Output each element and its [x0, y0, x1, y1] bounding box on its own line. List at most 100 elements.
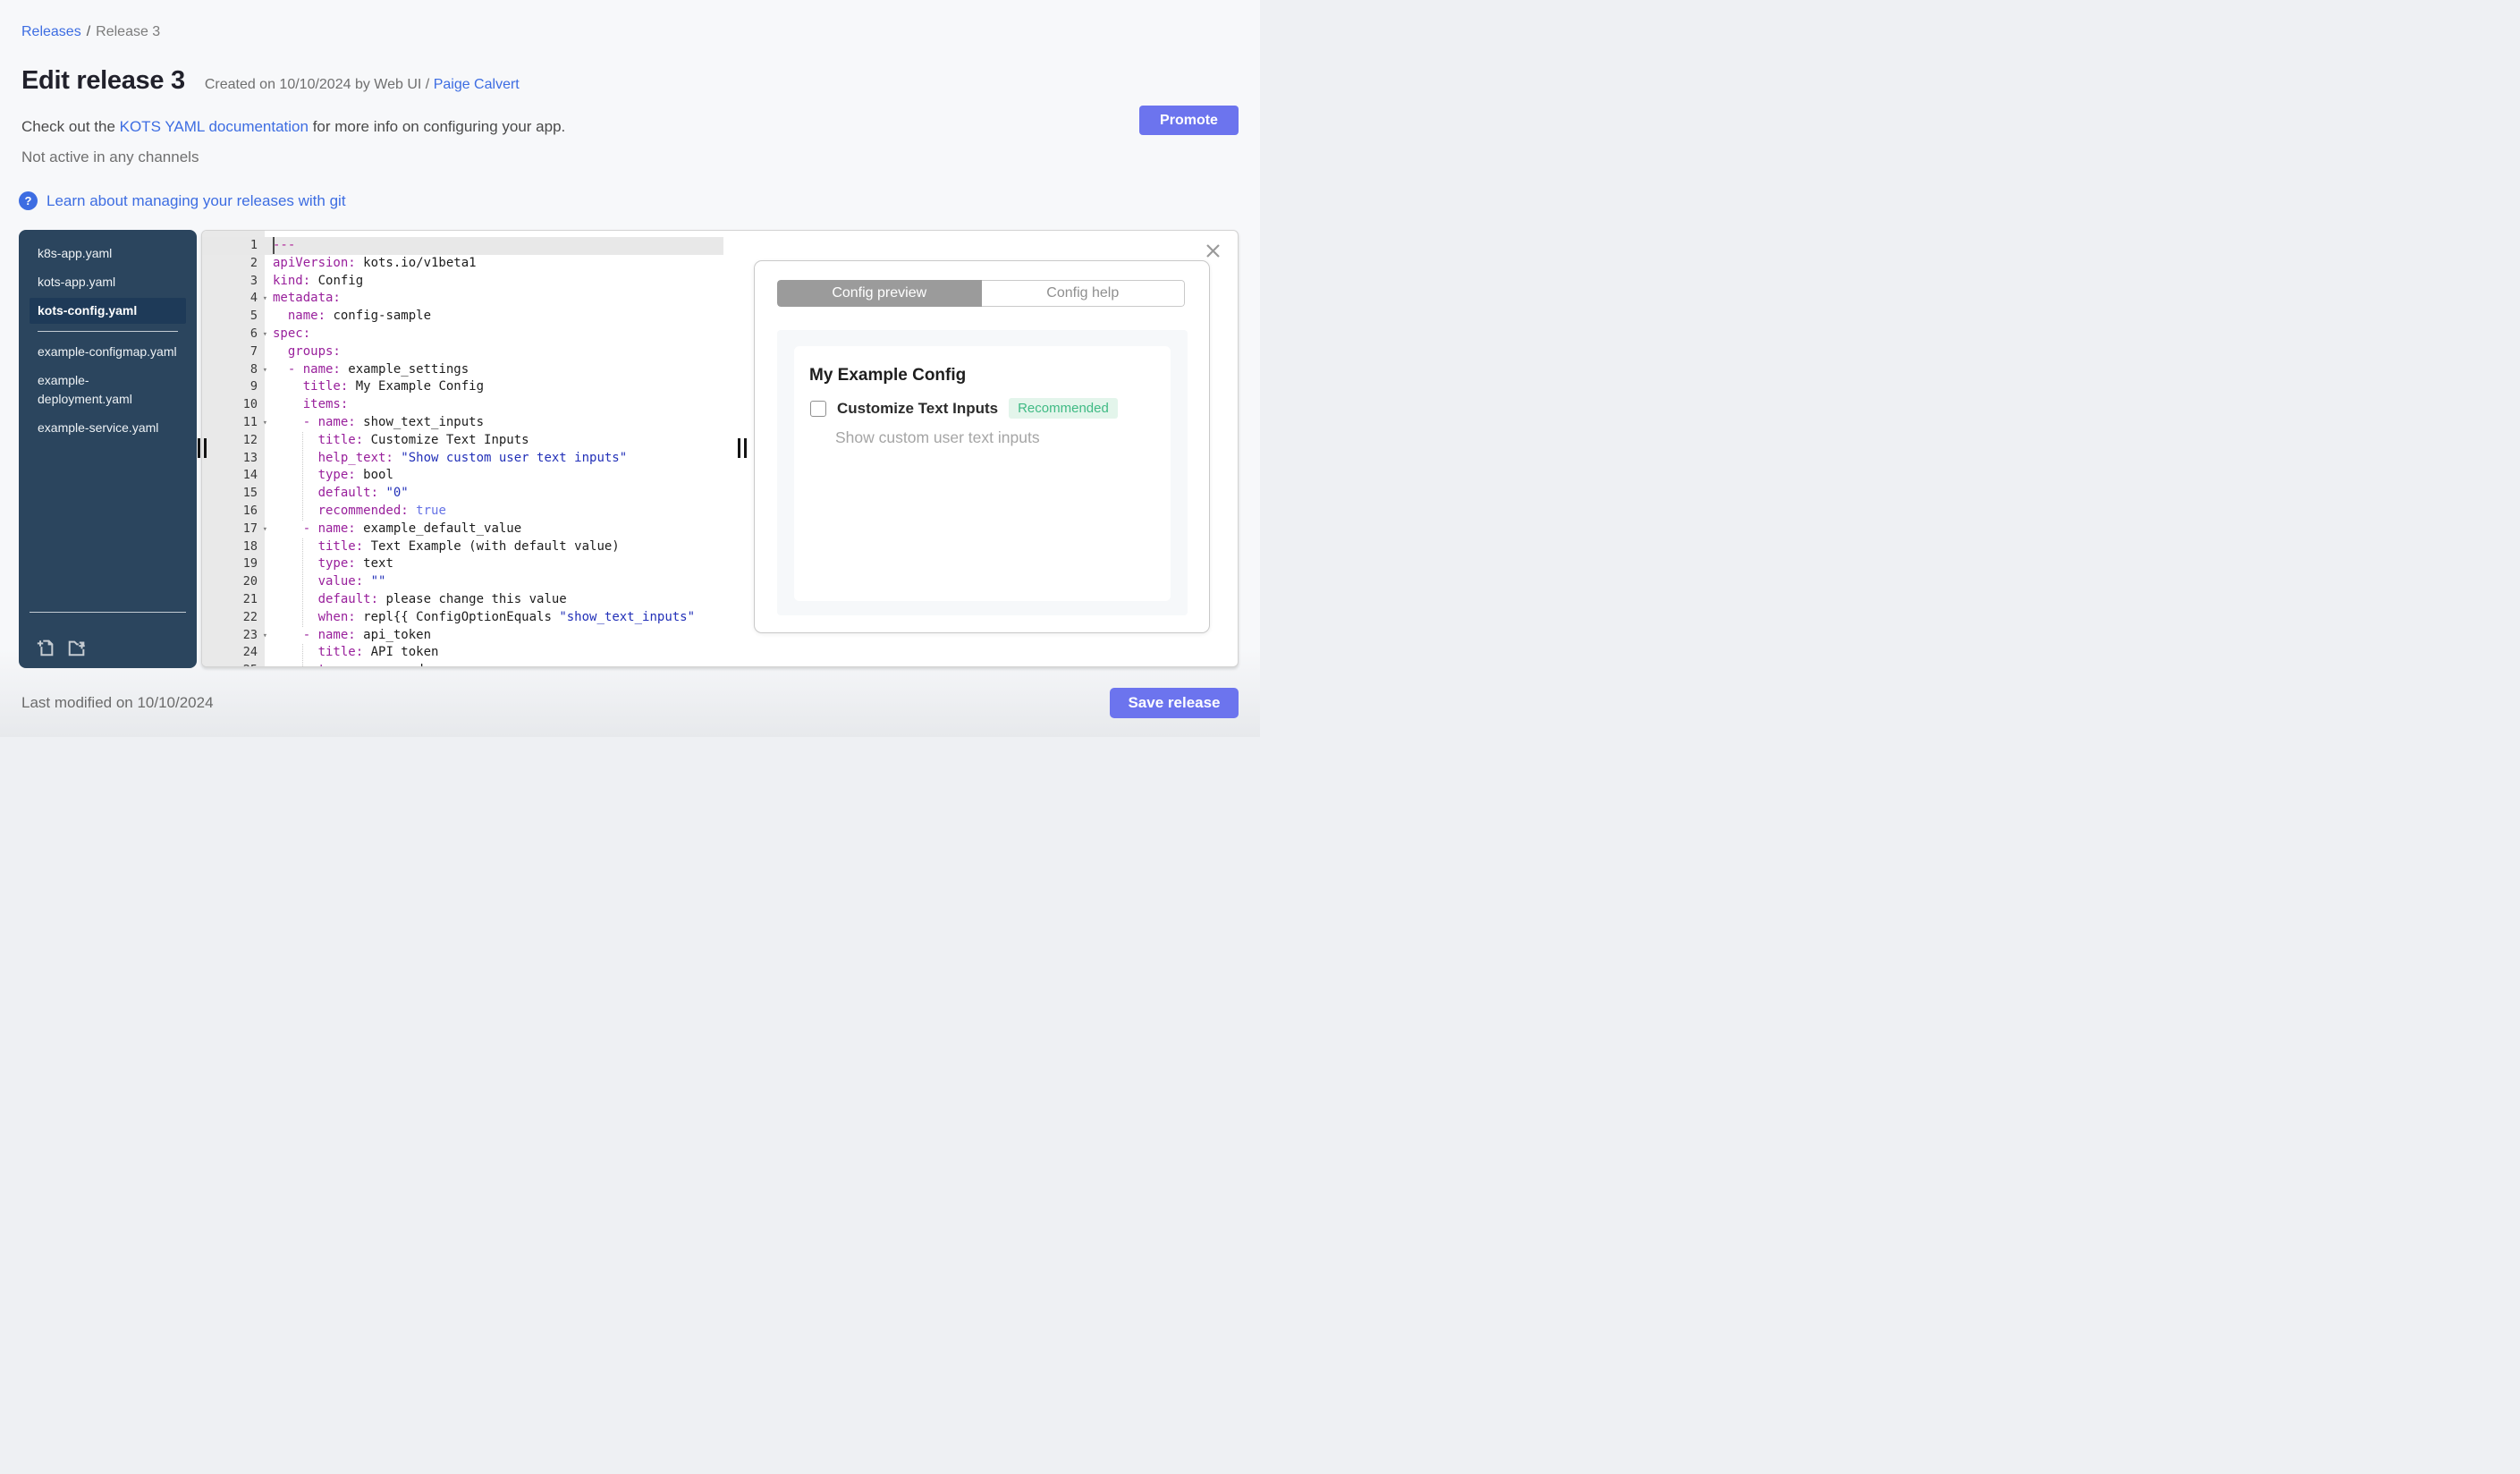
editor-resize-handle[interactable]	[738, 438, 747, 458]
code-line-14[interactable]: 14 type: bool	[202, 467, 723, 485]
docs-suffix: for more info on configuring your app.	[308, 118, 566, 135]
file-item-example-deployment.yaml[interactable]: example-deployment.yaml	[30, 368, 186, 412]
created-info: Created on 10/10/2024 by Web UI / Paige …	[205, 77, 520, 93]
file-item-kots-config.yaml[interactable]: kots-config.yaml	[30, 298, 186, 324]
config-option-label: Customize Text Inputs	[837, 399, 999, 417]
code-line-7[interactable]: 7 groups:	[202, 343, 723, 361]
breadcrumb-link-releases[interactable]: Releases	[21, 24, 81, 39]
code-line-25[interactable]: 25 type: password	[202, 662, 723, 666]
config-tabs: Config preview Config help	[777, 280, 1185, 307]
promote-button[interactable]: Promote	[1139, 106, 1239, 135]
file-item-example-service.yaml[interactable]: example-service.yaml	[30, 415, 186, 441]
channel-status: Not active in any channels	[21, 148, 199, 165]
code-text: recommended: true	[317, 503, 446, 518]
code-line-8[interactable]: 8 ▾ - name: example_settings	[202, 361, 723, 379]
line-number: 5	[249, 309, 258, 324]
line-number: 1	[249, 238, 258, 252]
fold-arrow-icon[interactable]: ▾	[263, 326, 267, 344]
line-number: 11 ▾	[202, 414, 267, 433]
fold-arrow-icon[interactable]: ▾	[263, 415, 267, 433]
code-text: title: Text Example (with default value)	[317, 538, 620, 554]
sidebar-resize-handle[interactable]	[198, 438, 207, 458]
code-text: items:	[302, 397, 349, 412]
docs-prefix: Check out the	[21, 118, 120, 135]
file-list-top: k8s-app.yaml kots-app.yaml kots-config.yam…	[30, 241, 186, 324]
code-line-13[interactable]: 13 help_text: "Show custom user text inp…	[202, 450, 723, 468]
line-number: 2	[249, 255, 258, 270]
config-preview-panel: Config preview Config help My Example Con…	[754, 260, 1210, 633]
code-line-19[interactable]: 19 type: text	[202, 555, 723, 573]
kots-docs-link[interactable]: KOTS YAML documentation	[120, 118, 309, 135]
code-line-20[interactable]: 20 value: ""	[202, 573, 723, 591]
code-line-10[interactable]: 10 items:	[202, 396, 723, 414]
file-item-k8s-app.yaml[interactable]: k8s-app.yaml	[30, 241, 186, 267]
fold-arrow-icon[interactable]: ▾	[263, 521, 267, 539]
breadcrumb-current: Release 3	[96, 24, 161, 39]
sidebar-bottom-divider	[30, 612, 186, 631]
sidebar-bottom	[30, 612, 186, 659]
save-release-button[interactable]: Save release	[1110, 688, 1239, 718]
fold-arrow-icon[interactable]: ▾	[263, 362, 267, 380]
file-sidebar: k8s-app.yaml kots-app.yaml kots-config.yam…	[19, 230, 197, 668]
tab-config-help[interactable]: Config help	[981, 280, 1185, 307]
git-help-row: ? Learn about managing your releases wit…	[19, 191, 346, 210]
line-number: 12	[242, 432, 258, 447]
code-text: title: Customize Text Inputs	[317, 432, 529, 447]
code-line-17[interactable]: 17 ▾ - name: example_default_value	[202, 521, 723, 538]
code-line-24[interactable]: 24 title: API token	[202, 644, 723, 662]
new-file-icon[interactable]	[36, 638, 55, 657]
line-number: 6 ▾	[202, 326, 267, 344]
code-line-11[interactable]: 11 ▾ - name: show_text_inputs	[202, 414, 723, 432]
page-title: Edit release 3	[21, 66, 185, 95]
last-modified-text: Last modified on 10/10/2024	[21, 694, 214, 711]
code-line-15[interactable]: 15 default: "0"	[202, 485, 723, 503]
code-line-4[interactable]: 4 ▾ metadata:	[202, 290, 723, 308]
config-option-checkbox[interactable]	[810, 400, 826, 417]
config-option-help-text: Show custom user text inputs	[835, 428, 1040, 446]
code-line-18[interactable]: 18 title: Text Example (with default val…	[202, 538, 723, 556]
file-item-kots-app.yaml[interactable]: kots-app.yaml	[30, 269, 186, 295]
question-mark-icon: ?	[19, 191, 38, 210]
line-number: 17 ▾	[202, 521, 267, 539]
code-line-16[interactable]: 16 recommended: true	[202, 503, 723, 521]
file-list: k8s-app.yaml kots-app.yaml kots-config.yam…	[19, 230, 197, 441]
tab-config-preview[interactable]: Config preview	[777, 280, 982, 307]
code-text: groups:	[287, 343, 341, 359]
fold-arrow-icon[interactable]: ▾	[263, 291, 267, 309]
line-number: 8 ▾	[202, 361, 267, 380]
code-text: default: "0"	[317, 486, 409, 501]
line-number: 19	[242, 556, 258, 572]
line-number: 7	[249, 343, 258, 359]
author-link[interactable]: Paige Calvert	[434, 77, 520, 92]
code-line-12[interactable]: 12 title: Customize Text Inputs	[202, 432, 723, 450]
code-line-22[interactable]: 22 when: repl{{ ConfigOptionEquals "show…	[202, 609, 723, 627]
breadcrumb: Releases / Release 3	[21, 24, 160, 40]
code-text: title: API token	[317, 645, 439, 660]
yaml-editor[interactable]: 1 --- 2 apiVersion: kots.io/v1beta1 3 kind: C…	[202, 231, 723, 666]
code-line-3[interactable]: 3 kind: Config	[202, 273, 723, 291]
close-icon[interactable]	[1205, 243, 1221, 258]
fold-arrow-icon[interactable]: ▾	[263, 628, 267, 646]
code-line-21[interactable]: 21 default: please change this value	[202, 591, 723, 609]
code-line-23[interactable]: 23 ▾ - name: api_token	[202, 627, 723, 645]
code-line-2[interactable]: 2 apiVersion: kots.io/v1beta1	[202, 255, 723, 273]
git-releases-link[interactable]: Learn about managing your releases with …	[47, 192, 346, 210]
code-text: help_text: "Show custom user text inputs…	[317, 450, 628, 465]
code-text: metadata:	[273, 291, 341, 306]
code-text: kind: Config	[273, 273, 364, 288]
code-text: type: bool	[317, 468, 393, 483]
indent-guide	[302, 432, 303, 521]
line-number: 10	[242, 397, 258, 412]
code-line-6[interactable]: 6 ▾ spec:	[202, 326, 723, 343]
file-item-example-configmap.yaml[interactable]: example-configmap.yaml	[30, 339, 186, 365]
config-group-title: My Example Config	[809, 366, 967, 385]
code-line-1[interactable]: 1 ---	[202, 237, 723, 255]
line-number: 22	[242, 609, 258, 624]
new-folder-icon[interactable]	[67, 638, 87, 657]
file-list-divider	[38, 331, 178, 332]
code-line-5[interactable]: 5 name: config-sample	[202, 308, 723, 326]
code-line-9[interactable]: 9 title: My Example Config	[202, 378, 723, 396]
docs-line: Check out the KOTS YAML documentation fo…	[21, 118, 565, 136]
config-group-card: My Example Config Customize Text Inputs …	[794, 346, 1171, 601]
code-text: apiVersion: kots.io/v1beta1	[273, 255, 477, 270]
